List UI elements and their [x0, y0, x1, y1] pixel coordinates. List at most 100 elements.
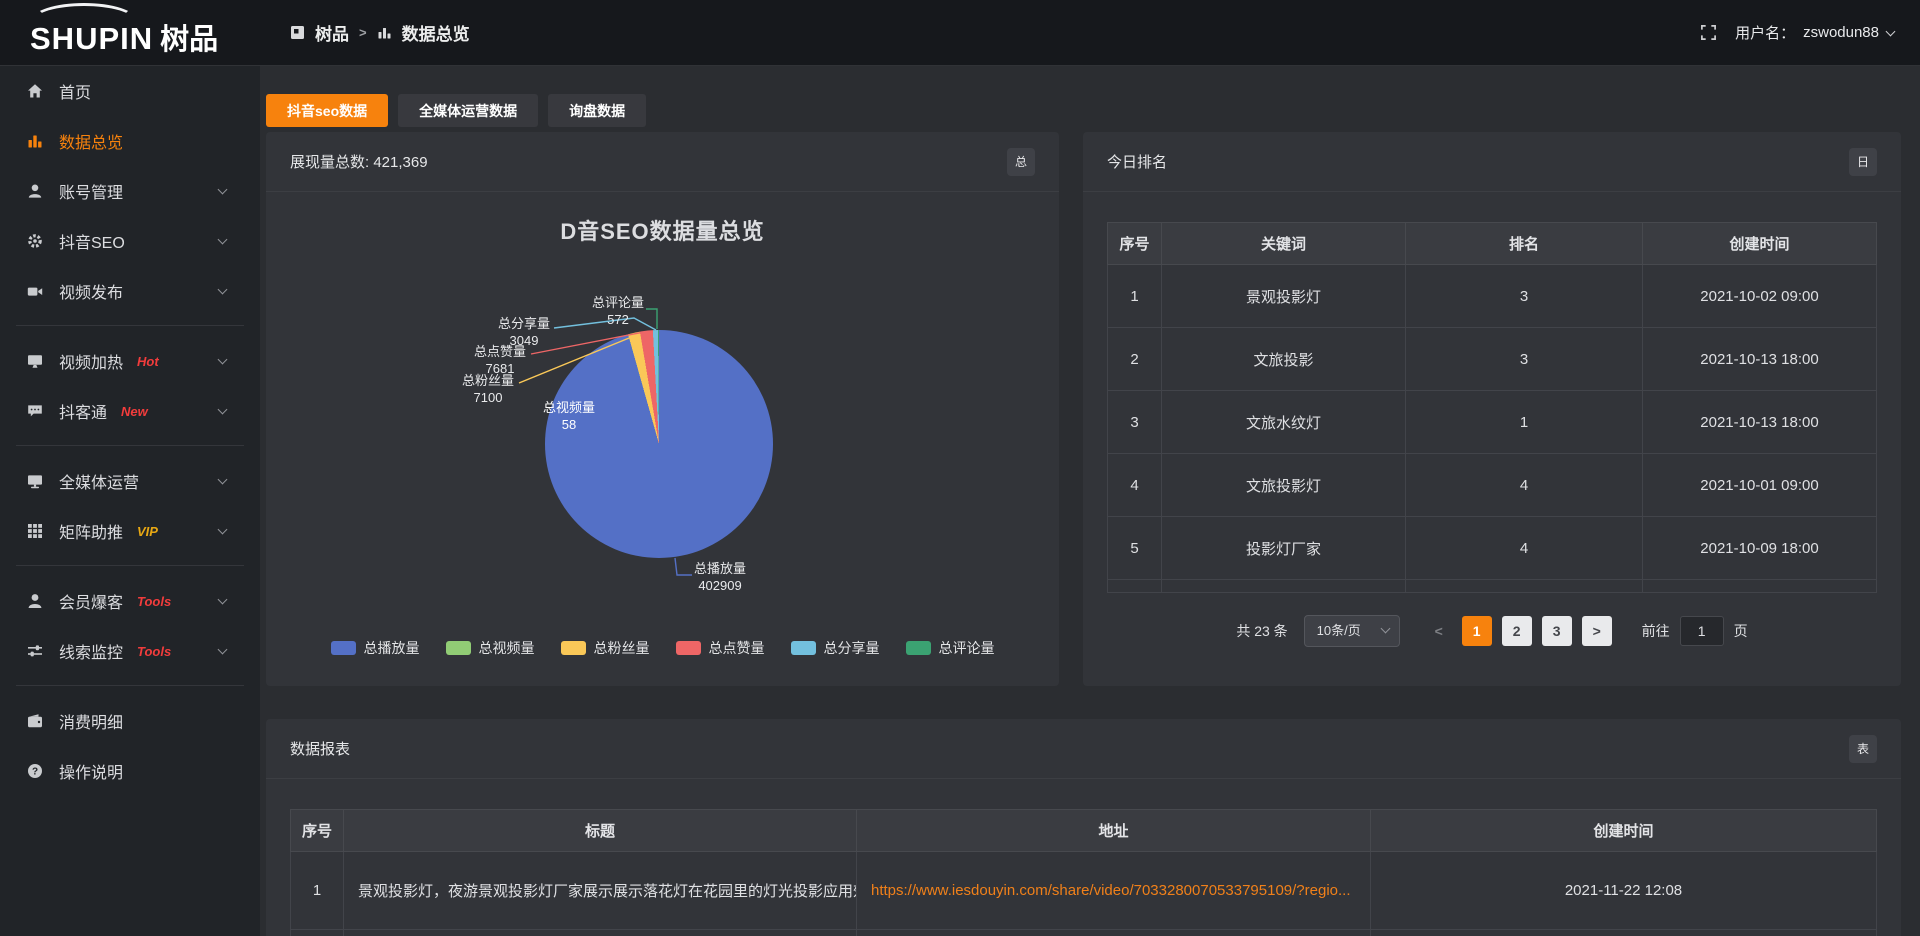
next-page-button[interactable]: >: [1582, 616, 1612, 646]
sidebar-item-media-operation[interactable]: 全媒体运营: [0, 456, 260, 506]
goto-page-input[interactable]: [1680, 616, 1724, 646]
table-header-row: 序号 关键词 排名 创建时间: [1108, 223, 1877, 265]
sidebar-item-label: 首页: [59, 79, 91, 103]
hot-badge: Hot: [137, 354, 159, 369]
member-icon: [26, 592, 44, 610]
sidebar-item-label: 线索监控: [59, 639, 123, 663]
table-row: 5 投影灯厂家 4 2021-10-09 18:00: [1108, 517, 1877, 580]
sidebar-item-account[interactable]: 账号管理: [0, 166, 260, 216]
monitor-icon: [26, 472, 44, 490]
legend-label: 总视频量: [479, 638, 535, 658]
cell-no: 3: [1108, 391, 1162, 454]
table-row: 4 文旅投影灯 4 2021-10-01 09:00: [1108, 454, 1877, 517]
sidebar-item-label: 数据总览: [59, 129, 123, 153]
cell-no: 1: [1108, 265, 1162, 328]
column-header-title: 标题: [344, 810, 857, 852]
report-table: 序号 标题 地址 创建时间 1 景观投影灯，夜游景观投影灯厂家展示展示落花灯在花…: [290, 809, 1877, 936]
logo: SHUPIN 树品: [0, 0, 260, 66]
sidebar-item-douyin-seo[interactable]: 抖音SEO: [0, 216, 260, 266]
legend-item-shares[interactable]: 总分享量: [791, 638, 880, 658]
user-menu[interactable]: 用户名：zswodun88: [1735, 22, 1894, 43]
new-badge: New: [121, 404, 148, 419]
cell-title: 景观投影灯，夜游景观投影灯厂家展示展示落花灯在花园里的灯光投影应用效果 #: [344, 852, 857, 930]
wallet-icon: [26, 712, 44, 730]
vip-badge: VIP: [137, 524, 158, 539]
column-header-no: 序号: [291, 810, 344, 852]
tools-badge: Tools: [137, 594, 171, 609]
legend-item-fans[interactable]: 总粉丝量: [561, 638, 650, 658]
bar-chart-icon: [26, 132, 44, 150]
divider: [16, 445, 244, 446]
tab-douyin-seo-data[interactable]: 抖音seo数据: [266, 94, 388, 127]
legend-label: 总播放量: [364, 638, 420, 658]
page-button-2[interactable]: 2: [1502, 616, 1532, 646]
sidebar-item-doukoutong[interactable]: 抖客通 New: [0, 386, 260, 436]
legend-label: 总点赞量: [709, 638, 765, 658]
legend-swatch: [331, 641, 356, 655]
divider: [16, 685, 244, 686]
pie-label-comments: 总评论量 572: [592, 294, 644, 328]
cell-no: 2: [1108, 328, 1162, 391]
legend-swatch: [446, 641, 471, 655]
sidebar-item-member-burst[interactable]: 会员爆客 Tools: [0, 576, 260, 626]
legend-swatch: [791, 641, 816, 655]
pie-label-value: 7100: [462, 389, 514, 406]
table-view-button[interactable]: 表: [1849, 735, 1877, 763]
page-button-3[interactable]: 3: [1542, 616, 1572, 646]
cell-time: 2021-11-22 12:08: [1371, 852, 1877, 930]
sidebar-item-video-publish[interactable]: 视频发布: [0, 266, 260, 316]
sidebar-item-label: 账号管理: [59, 179, 123, 203]
cell-no: 1: [291, 852, 344, 930]
sidebar-item-home[interactable]: 首页: [0, 66, 260, 116]
table-row-partial: [291, 930, 1877, 936]
panel-title: 数据报表: [290, 738, 350, 759]
cell-url-link[interactable]: https://www.iesdouyin.com/share/video/70…: [857, 852, 1371, 930]
legend-item-plays[interactable]: 总播放量: [331, 638, 420, 658]
pie-label-value: 572: [592, 311, 644, 328]
pie-label-plays: 总播放量 402909: [694, 560, 746, 594]
ranking-table: 序号 关键词 排名 创建时间 1 景观投影灯 3 2021-10-02 09:0…: [1107, 222, 1877, 593]
cell-rank: 1: [1406, 391, 1643, 454]
day-view-button[interactable]: 日: [1849, 148, 1877, 176]
logo-text-cn: 树品: [160, 16, 218, 58]
total-view-button[interactable]: 总: [1007, 148, 1035, 176]
breadcrumb: 树品 > 数据总览: [290, 20, 470, 45]
legend-label: 总分享量: [824, 638, 880, 658]
cell-no: 4: [1108, 454, 1162, 517]
chevron-down-icon: [218, 235, 228, 245]
sidebar: 首页 数据总览 账号管理 抖音SEO 视频发布 视频加热 Hot 抖客通 New…: [0, 66, 260, 936]
legend-item-comments[interactable]: 总评论量: [906, 638, 995, 658]
chevron-down-icon: [1380, 624, 1390, 634]
chevron-down-icon: [218, 185, 228, 195]
sidebar-item-consumption[interactable]: 消费明细: [0, 696, 260, 746]
sidebar-item-matrix-boost[interactable]: 矩阵助推 VIP: [0, 506, 260, 556]
pie-label-name: 总播放量: [694, 560, 746, 577]
page-button-1[interactable]: 1: [1462, 616, 1492, 646]
tab-inquiry-data[interactable]: 询盘数据: [548, 94, 646, 127]
column-header-keyword: 关键词: [1162, 223, 1406, 265]
chevron-down-icon: [218, 595, 228, 605]
cell-keyword: 文旅投影: [1162, 328, 1406, 391]
sidebar-item-instructions[interactable]: ? 操作说明: [0, 746, 260, 796]
sidebar-item-data-overview[interactable]: 数据总览: [0, 116, 260, 166]
prev-page-button[interactable]: <: [1426, 623, 1452, 639]
ranking-panel: 今日排名 日 序号 关键词 排名 创建时间: [1083, 132, 1901, 686]
fullscreen-icon[interactable]: [1700, 24, 1717, 41]
pie-chart[interactable]: [545, 330, 773, 558]
page-size-select[interactable]: 10条/页: [1304, 615, 1400, 647]
legend-item-videos[interactable]: 总视频量: [446, 638, 535, 658]
cell-rank: 3: [1406, 265, 1643, 328]
report-panel: 数据报表 表 序号 标题 地址 创建时间 1 景观投影灯，夜游景观投影灯: [266, 719, 1901, 936]
sidebar-item-label: 抖客通: [59, 399, 107, 423]
sidebar-item-lead-monitor[interactable]: 线索监控 Tools: [0, 626, 260, 676]
tab-media-operation-data[interactable]: 全媒体运营数据: [398, 94, 538, 127]
sliders-icon: [26, 642, 44, 660]
cell-rank: 4: [1406, 517, 1643, 580]
legend-item-likes[interactable]: 总点赞量: [676, 638, 765, 658]
chevron-down-icon: [218, 405, 228, 415]
sidebar-item-video-heat[interactable]: 视频加热 Hot: [0, 336, 260, 386]
cell-time: 2021-10-01 09:00: [1643, 454, 1877, 517]
breadcrumb-root[interactable]: 树品: [315, 20, 349, 45]
table-row: 2 文旅投影 3 2021-10-13 18:00: [1108, 328, 1877, 391]
pie-label-name: 总粉丝量: [462, 372, 514, 389]
